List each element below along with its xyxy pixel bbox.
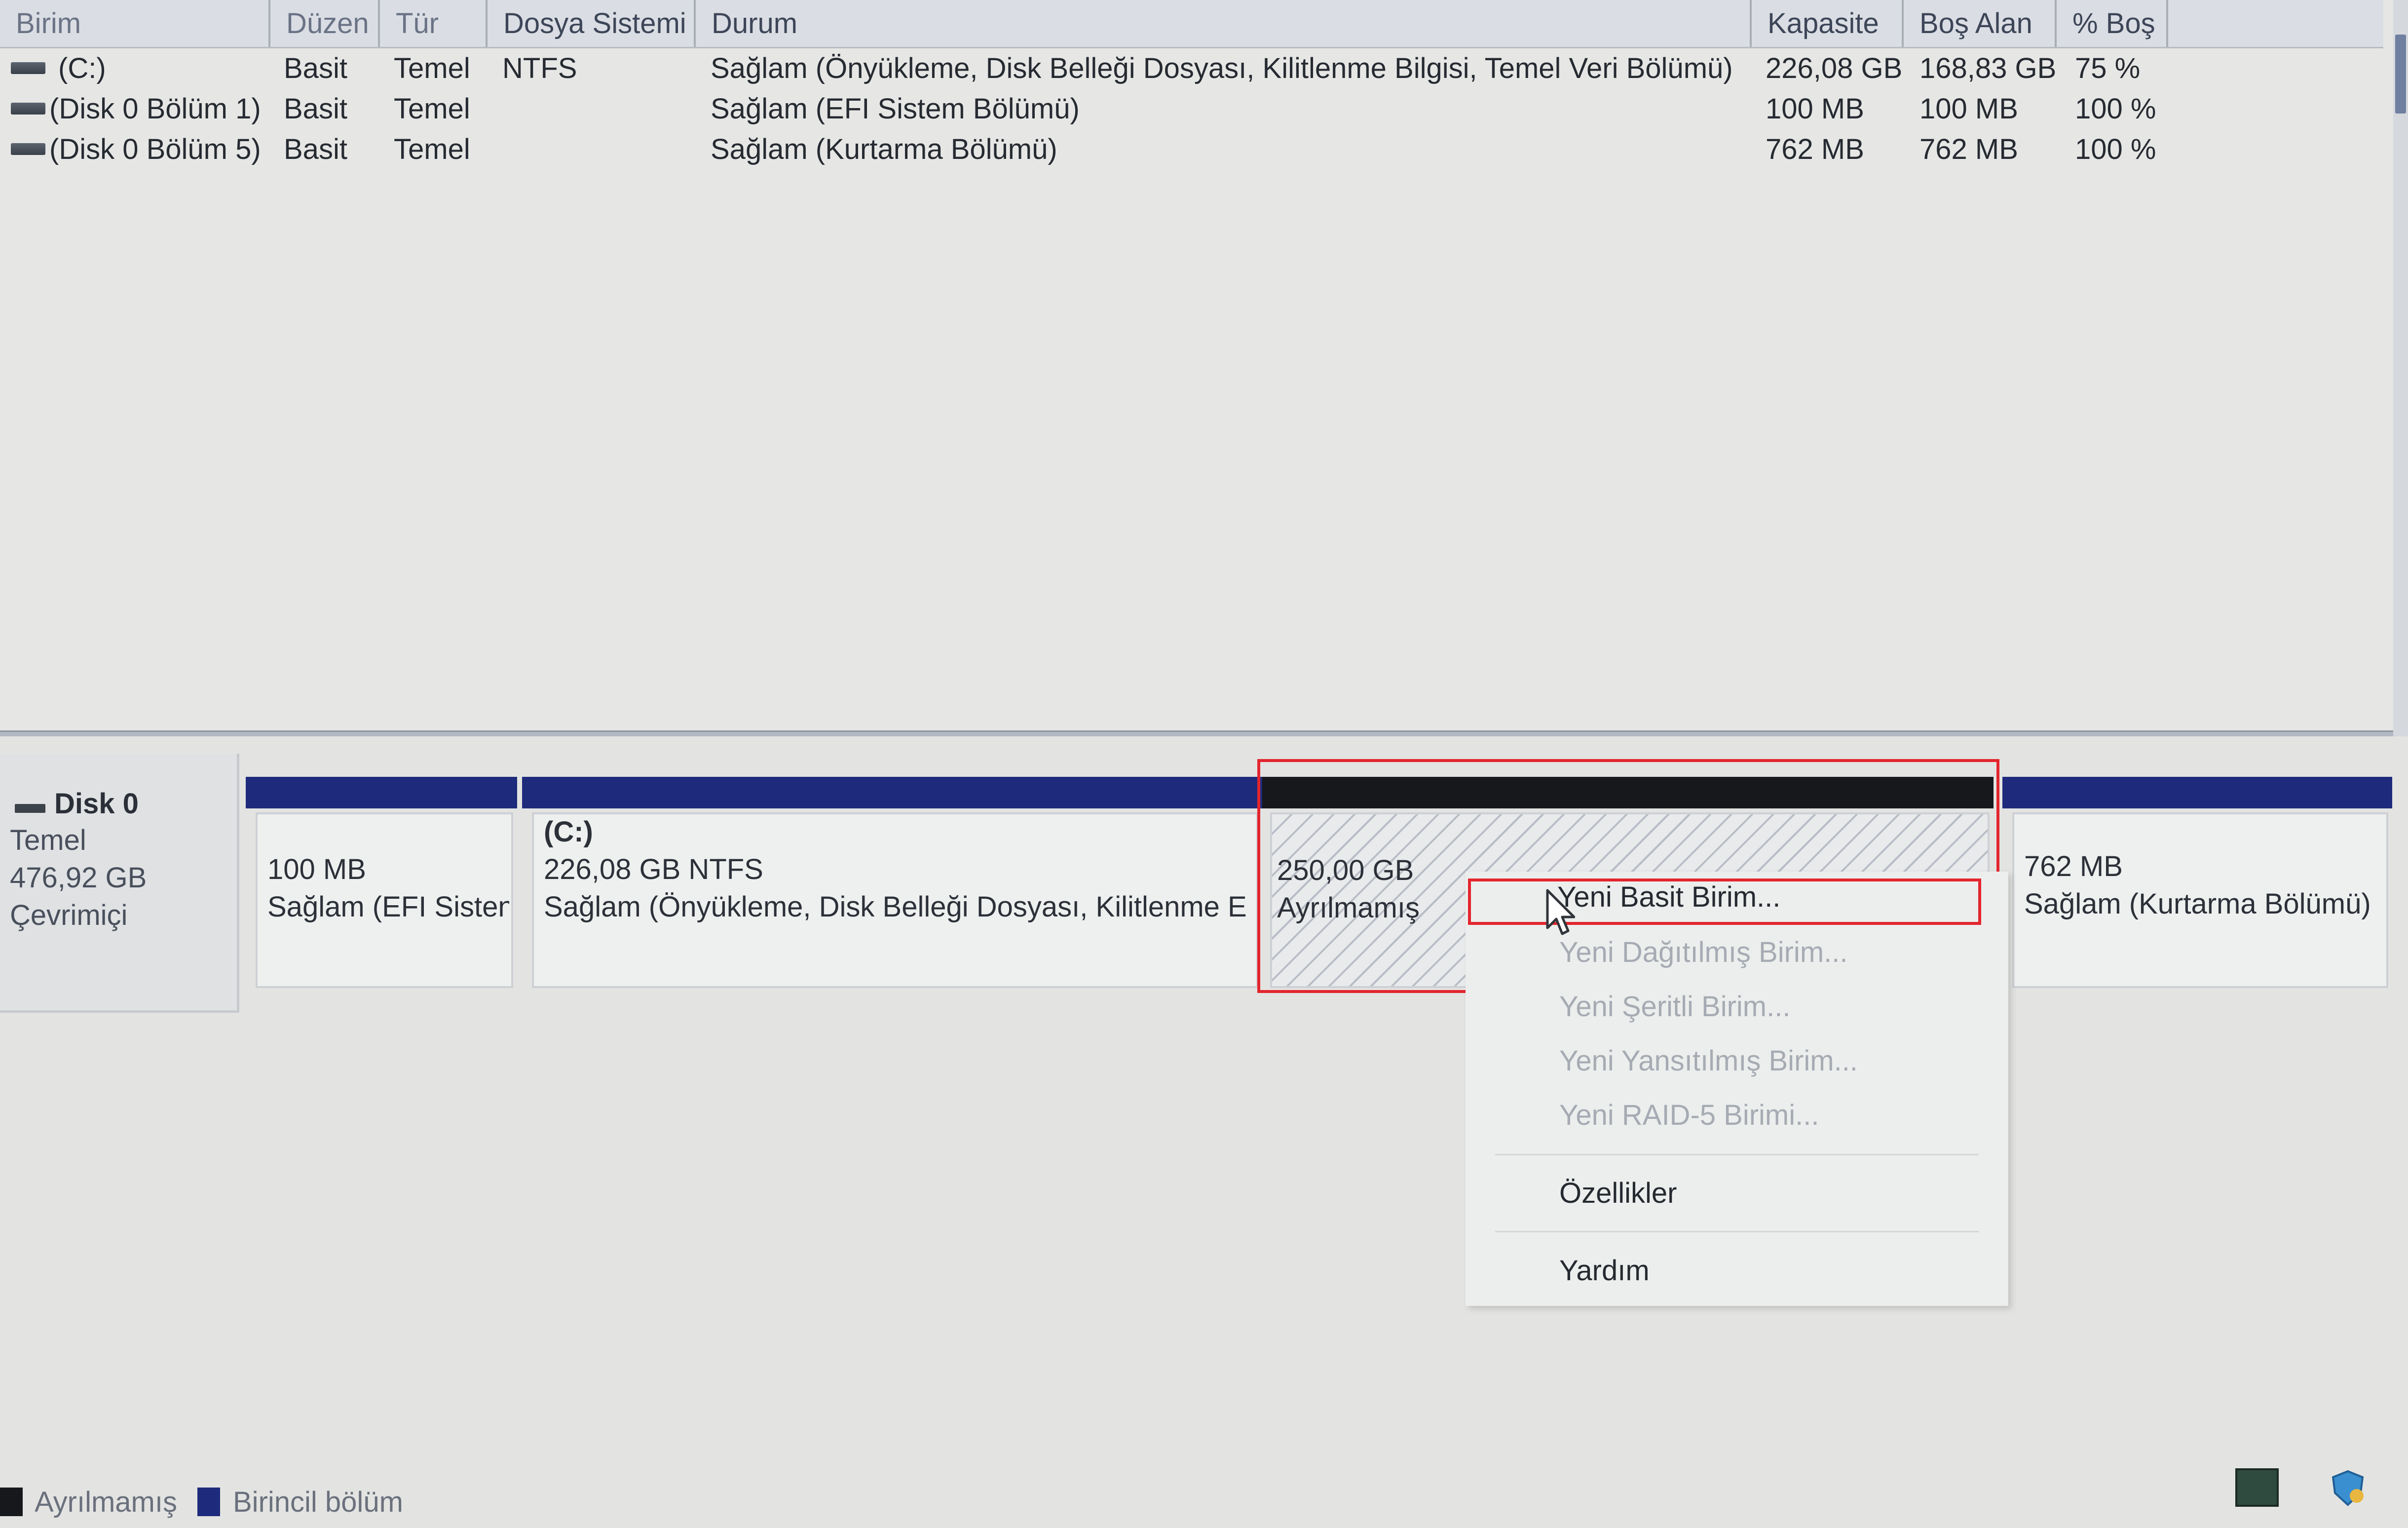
column-header-percent-free[interactable]: % Boş xyxy=(2057,0,2168,47)
disk-size: 476,92 GB xyxy=(10,862,147,894)
volume-name: (Disk 0 Bölüm 1) xyxy=(49,93,261,125)
volume-percent-free: 75 % xyxy=(2075,52,2141,84)
menu-item-new-mirrored-volume[interactable]: Yeni Yansıtılmış Birim... xyxy=(1559,1044,1858,1077)
volume-type: Temel xyxy=(394,133,470,165)
partition-bar xyxy=(246,777,517,808)
volume-layout: Basit xyxy=(284,52,347,84)
partition-drive-letter: (C:) xyxy=(544,816,593,848)
partition-size: 762 MB xyxy=(2024,850,2123,882)
table-row[interactable]: (Disk 0 Bölüm 1) Basit Temel Sağlam (EFI… xyxy=(0,89,2270,129)
volume-type: Temel xyxy=(394,52,470,84)
volume-drive-icon xyxy=(11,62,45,74)
disk-icon xyxy=(15,804,45,813)
volume-type: Temel xyxy=(394,93,470,125)
disk-graph-pane: Disk 0 Temel 476,92 GB Çevrimiçi 100 MB … xyxy=(0,736,2408,1528)
partition-efi[interactable]: 100 MB Sağlam (EFI Sisten xyxy=(246,777,517,994)
partition-bar xyxy=(522,777,1262,808)
menu-separator xyxy=(1495,1231,1979,1232)
volume-capacity: 100 MB xyxy=(1766,93,1864,125)
partition-body: 100 MB Sağlam (EFI Sisten xyxy=(256,812,513,988)
volume-free-space: 762 MB xyxy=(1919,133,2018,165)
partition-status: Sağlam (Önyükleme, Disk Belleği Dosyası,… xyxy=(544,891,1247,923)
partition-status: Sağlam (Kurtarma Bölümü) xyxy=(2024,888,2371,920)
partition-recovery[interactable]: 762 MB Sağlam (Kurtarma Bölümü) xyxy=(2002,777,2392,994)
column-header-layout[interactable]: Düzen xyxy=(270,0,380,47)
partition-size: 100 MB xyxy=(267,853,366,885)
partition-body: (C:) 226,08 GB NTFS Sağlam (Önyükleme, D… xyxy=(532,812,1258,988)
column-header-volume[interactable]: Birim xyxy=(0,0,270,47)
column-header-empty xyxy=(2168,0,2383,47)
volume-percent-free: 100 % xyxy=(2075,133,2156,165)
volume-drive-icon xyxy=(11,143,45,155)
menu-item-highlight-box xyxy=(1468,879,1981,925)
table-row[interactable]: (Disk 0 Bölüm 5) Basit Temel Sağlam (Kur… xyxy=(0,129,2270,170)
volume-layout: Basit xyxy=(284,133,347,165)
disk-state: Çevrimiçi xyxy=(10,899,128,931)
volume-list-pane: Birim Düzen Tür Dosya Sistemi Durum Kapa… xyxy=(0,0,2408,740)
volume-list-header: Birim Düzen Tür Dosya Sistemi Durum Kapa… xyxy=(0,0,2383,48)
vertical-scrollbar[interactable] xyxy=(2393,0,2408,740)
column-header-capacity[interactable]: Kapasite xyxy=(1752,0,1904,47)
column-header-type[interactable]: Tür xyxy=(380,0,488,47)
legend-label-unallocated: Ayrılmamış xyxy=(35,1486,177,1518)
menu-item-new-striped-volume[interactable]: Yeni Şeritli Birim... xyxy=(1559,990,1790,1023)
partition-size: 226,08 GB NTFS xyxy=(544,853,763,885)
disk-title: Disk 0 xyxy=(54,788,139,820)
column-header-filesystem[interactable]: Dosya Sistemi xyxy=(488,0,696,47)
volume-name: (Disk 0 Bölüm 5) xyxy=(49,133,261,165)
volume-capacity: 226,08 GB xyxy=(1766,52,1903,84)
volume-status: Sağlam (Önyükleme, Disk Belleği Dosyası,… xyxy=(711,52,1733,84)
legend-label-primary: Birincil bölüm xyxy=(233,1486,403,1518)
volume-status: Sağlam (Kurtarma Bölümü) xyxy=(711,133,1057,165)
legend-swatch-primary xyxy=(197,1488,220,1516)
menu-item-new-raid5-volume[interactable]: Yeni RAID-5 Birimi... xyxy=(1559,1099,1819,1132)
volume-free-space: 168,83 GB xyxy=(1919,52,2057,84)
volume-percent-free: 100 % xyxy=(2075,93,2156,125)
legend: Ayrılmamış Birincil bölüm xyxy=(0,1476,592,1528)
volume-status: Sağlam (EFI Sistem Bölümü) xyxy=(711,93,1080,125)
scrollbar-thumb[interactable] xyxy=(2395,35,2406,114)
column-header-free-space[interactable]: Boş Alan xyxy=(1904,0,2057,47)
menu-item-properties[interactable]: Özellikler xyxy=(1559,1177,1677,1210)
column-header-status[interactable]: Durum xyxy=(696,0,1752,47)
menu-item-help[interactable]: Yardım xyxy=(1559,1254,1650,1287)
partition-c[interactable]: (C:) 226,08 GB NTFS Sağlam (Önyükleme, D… xyxy=(522,777,1262,994)
tray-nvidia-icon[interactable] xyxy=(2235,1468,2279,1507)
mouse-cursor-icon xyxy=(1546,889,1575,935)
volume-free-space: 100 MB xyxy=(1919,93,2018,125)
disk-kind: Temel xyxy=(10,824,86,856)
menu-item-new-spanned-volume[interactable]: Yeni Dağıtılmış Birim... xyxy=(1559,936,1847,969)
volume-capacity: 762 MB xyxy=(1766,133,1864,165)
table-row[interactable]: (C:) Basit Temel NTFS Sağlam (Önyükleme,… xyxy=(0,48,2270,89)
menu-separator xyxy=(1495,1154,1979,1155)
legend-swatch-unallocated xyxy=(0,1488,23,1516)
partition-body: 762 MB Sağlam (Kurtarma Bölümü) xyxy=(2012,812,2388,988)
disk-0-label[interactable]: Disk 0 Temel 476,92 GB Çevrimiçi xyxy=(0,754,239,1013)
partition-status: Sağlam (EFI Sisten xyxy=(267,891,509,923)
volume-filesystem: NTFS xyxy=(502,52,577,84)
tray-shield-icon[interactable] xyxy=(2328,1468,2368,1508)
volume-layout: Basit xyxy=(284,93,347,125)
volume-name: (C:) xyxy=(58,52,106,84)
volume-drive-icon xyxy=(11,103,45,115)
partition-bar xyxy=(2002,777,2392,808)
